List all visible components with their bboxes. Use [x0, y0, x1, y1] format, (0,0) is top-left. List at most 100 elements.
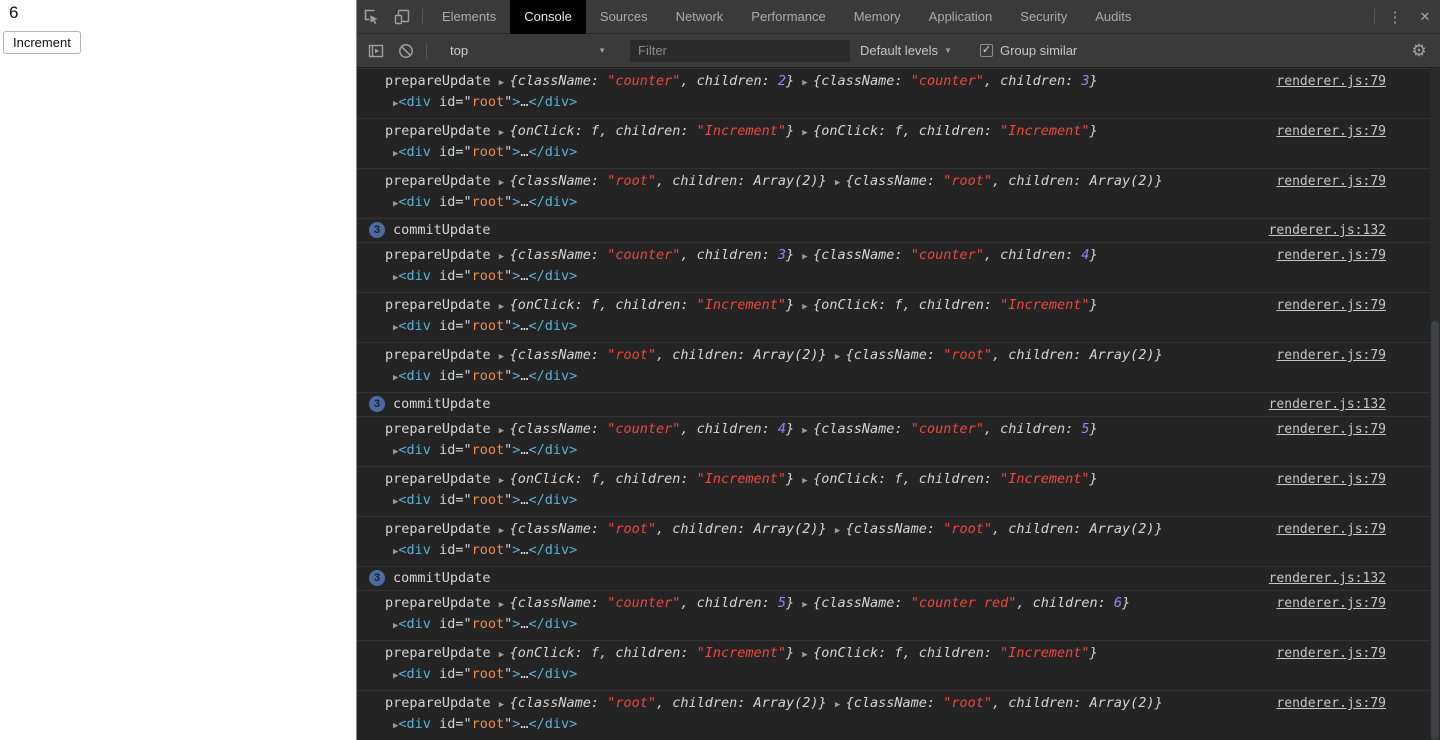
context-selector[interactable]: top ▼ — [442, 43, 614, 58]
expand-triangle-icon[interactable]: ▶ — [802, 302, 813, 312]
source-link[interactable]: renderer.js:79 — [1276, 346, 1386, 365]
expand-triangle-icon[interactable]: ▶ — [835, 352, 846, 362]
expand-triangle-icon[interactable]: ▶ — [802, 78, 813, 88]
token-obj: {onClick: — [813, 645, 894, 661]
token-obj: , children: — [656, 347, 754, 363]
tab-sources[interactable]: Sources — [586, 0, 662, 34]
expand-triangle-icon[interactable]: ▶ — [802, 128, 813, 138]
expand-triangle-icon[interactable]: ▶ — [499, 426, 510, 436]
expand-triangle-icon[interactable]: ▶ — [499, 600, 510, 610]
token-tag: </div> — [529, 368, 578, 384]
token-obj: , children: — [984, 247, 1082, 263]
source-link[interactable]: renderer.js:79 — [1276, 594, 1386, 613]
clear-console-icon[interactable] — [391, 37, 421, 65]
expand-triangle-icon[interactable]: ▶ — [499, 476, 510, 486]
token-str: "Increment" — [1000, 471, 1089, 487]
device-toolbar-icon[interactable] — [387, 3, 417, 31]
token-obj: , children: — [656, 695, 754, 711]
token-obj: } — [1090, 247, 1098, 263]
source-link[interactable]: renderer.js:79 — [1276, 470, 1386, 489]
tab-network[interactable]: Network — [662, 0, 738, 34]
expand-triangle-icon[interactable]: ▶ — [802, 650, 813, 660]
tab-memory[interactable]: Memory — [840, 0, 915, 34]
token-plain: prepareUpdate — [385, 521, 499, 537]
expand-triangle-icon[interactable]: ▶ — [802, 426, 813, 436]
expand-triangle-icon[interactable]: ▶ — [802, 476, 813, 486]
token-tag: <div — [398, 492, 439, 508]
token-func: f — [591, 297, 599, 313]
token-plain: … — [520, 94, 528, 110]
expand-triangle-icon[interactable]: ▶ — [499, 302, 510, 312]
token-plain: =" — [455, 368, 471, 384]
expand-triangle-icon[interactable]: ▶ — [802, 252, 813, 262]
expand-triangle-icon[interactable]: ▶ — [499, 128, 510, 138]
source-link[interactable]: renderer.js:79 — [1276, 172, 1386, 191]
expand-triangle-icon[interactable]: ▶ — [499, 650, 510, 660]
expand-triangle-icon[interactable]: ▶ — [802, 600, 813, 610]
token-attr: id — [439, 616, 455, 632]
source-link[interactable]: renderer.js:79 — [1276, 122, 1386, 141]
tab-elements[interactable]: Elements — [428, 0, 510, 34]
token-attr: id — [439, 666, 455, 682]
expand-triangle-icon[interactable]: ▶ — [835, 700, 846, 710]
kebab-menu-icon[interactable]: ⋮ — [1380, 3, 1410, 31]
token-str: "root" — [943, 173, 992, 189]
console-sidebar-icon[interactable] — [361, 37, 391, 65]
source-link[interactable]: renderer.js:132 — [1269, 569, 1386, 588]
filter-input[interactable] — [630, 40, 850, 62]
console-scrollbar[interactable] — [1430, 68, 1440, 740]
source-link[interactable]: renderer.js:79 — [1276, 644, 1386, 663]
group-similar-checkbox[interactable]: ✓ — [980, 44, 993, 57]
log-message: prepareUpdate ▶ {className: "counter", c… — [385, 246, 1266, 288]
source-link[interactable]: renderer.js:79 — [1276, 72, 1386, 91]
token-val: root — [472, 368, 505, 384]
tab-performance[interactable]: Performance — [737, 0, 839, 34]
source-link[interactable]: renderer.js:132 — [1269, 395, 1386, 414]
settings-gear-icon[interactable]: ⚙ — [1408, 41, 1430, 61]
expand-triangle-icon[interactable]: ▶ — [499, 526, 510, 536]
tab-security[interactable]: Security — [1006, 0, 1081, 34]
token-tag: </div> — [529, 144, 578, 160]
close-icon[interactable]: ✕ — [1410, 3, 1440, 31]
token-val: root — [472, 492, 505, 508]
tab-application[interactable]: Application — [915, 0, 1007, 34]
token-plain: … — [520, 492, 528, 508]
increment-button[interactable]: Increment — [3, 31, 81, 54]
source-link[interactable]: renderer.js:79 — [1276, 694, 1386, 713]
token-plain: … — [520, 194, 528, 210]
expand-triangle-icon[interactable]: ▶ — [499, 352, 510, 362]
source-link[interactable]: renderer.js:132 — [1269, 221, 1386, 240]
token-plain: =" — [455, 194, 471, 210]
inspect-element-icon[interactable] — [357, 3, 387, 31]
token-str: "counter" — [607, 73, 680, 89]
expand-triangle-icon[interactable]: ▶ — [499, 252, 510, 262]
token-plain: =" — [455, 268, 471, 284]
levels-dropdown[interactable]: Default levels ▼ — [860, 43, 952, 58]
source-link[interactable]: renderer.js:79 — [1276, 246, 1386, 265]
token-obj: , children: — [903, 123, 1001, 139]
tab-console[interactable]: Console — [510, 0, 586, 34]
source-link[interactable]: renderer.js:79 — [1276, 420, 1386, 439]
token-obj: } — [1155, 695, 1163, 711]
tab-audits[interactable]: Audits — [1081, 0, 1145, 34]
token-obj: , children: — [984, 73, 1082, 89]
token-tag: </div> — [529, 94, 578, 110]
token-tag: <div — [398, 144, 439, 160]
token-tag: <div — [398, 616, 439, 632]
expand-triangle-icon[interactable]: ▶ — [499, 700, 510, 710]
token-func: f — [894, 645, 902, 661]
token-plain: … — [520, 318, 528, 334]
scrollbar-thumb[interactable] — [1431, 321, 1439, 740]
token-attr: id — [439, 94, 455, 110]
expand-triangle-icon[interactable]: ▶ — [499, 178, 510, 188]
expand-triangle-icon[interactable]: ▶ — [835, 526, 846, 536]
source-link[interactable]: renderer.js:79 — [1276, 296, 1386, 315]
source-link[interactable]: renderer.js:79 — [1276, 520, 1386, 539]
token-obj: } — [786, 297, 802, 313]
token-plain: =" — [455, 318, 471, 334]
expand-triangle-icon[interactable]: ▶ — [835, 178, 846, 188]
token-obj: } — [1090, 73, 1098, 89]
token-obj: , children: — [903, 297, 1001, 313]
expand-triangle-icon[interactable]: ▶ — [499, 78, 510, 88]
token-obj: {onClick: — [510, 645, 591, 661]
